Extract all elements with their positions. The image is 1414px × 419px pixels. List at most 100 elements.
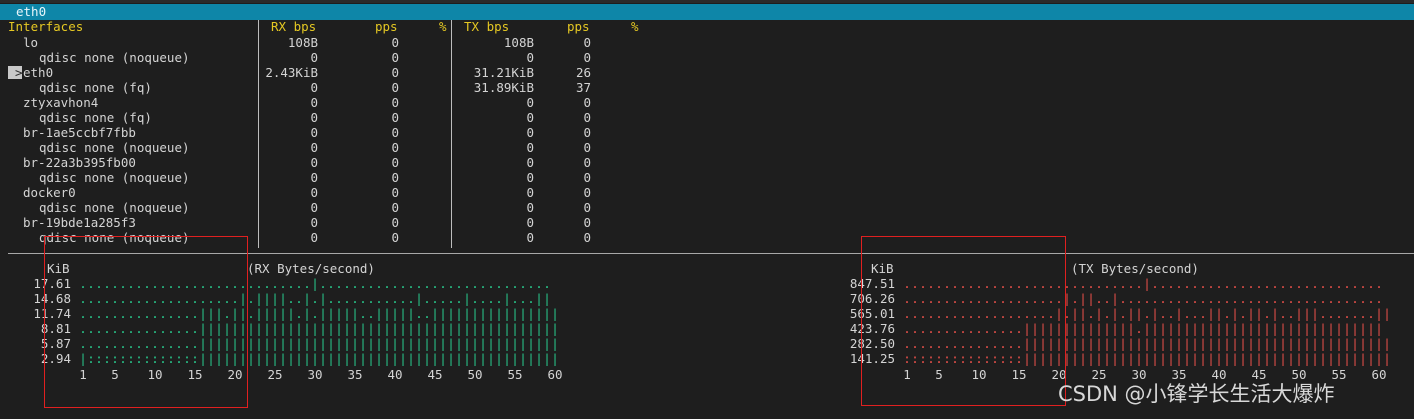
rx-graph-column: ... | | | [247, 276, 255, 366]
interface-row[interactable]: qdisc none (noqueue) 0 0 0 0 [0, 170, 700, 185]
rx-bps-value: 108B [287, 35, 318, 50]
tx-pps-value: 26 [575, 65, 591, 80]
rx-pps-value: 0 [391, 185, 399, 200]
interface-row[interactable]: ztyxavhon4 0 0 0 0 [0, 95, 700, 110]
rx-graph-column: .. | | | | [439, 276, 447, 366]
tx-graph-column: .. | | | | [1095, 276, 1103, 366]
interface-name: br-19bde1a285f3 [23, 215, 136, 230]
qdisc-name: qdisc none (noqueue) [39, 140, 190, 155]
rx-graph-column: | | | | [551, 306, 559, 366]
header-rx-percent: % [439, 19, 447, 34]
tx-graph-column: ... | | | [1335, 276, 1343, 366]
interface-row[interactable]: qdisc none (fq) 0 0 0 0 [0, 110, 700, 125]
rx-pps-value: 0 [391, 140, 399, 155]
interface-name: ztyxavhon4 [23, 95, 99, 110]
tx-graph-column: ... | | | [1287, 276, 1295, 366]
rx-pps-value: 0 [391, 110, 399, 125]
rx-bps-value: 0 [310, 185, 318, 200]
rx-bps-value: 0 [310, 170, 318, 185]
tx-x-tick-label: 60 [1371, 367, 1387, 382]
tx-pps-value: 0 [583, 35, 591, 50]
interface-row[interactable]: br-22a3b395fb00 0 0 0 0 [0, 155, 700, 170]
tx-graph-column: ... | | | [1327, 276, 1335, 366]
rx-pps-value: 0 [391, 155, 399, 170]
interface-name: eth0 [23, 65, 54, 80]
tx-graph-column: .. | | | | [1247, 276, 1255, 366]
tx-graph-column: .. | | | | [1231, 276, 1239, 366]
rx-graph-column: .. | | | | [479, 276, 487, 366]
interface-name: br-22a3b395fb00 [23, 155, 136, 170]
qdisc-name: qdisc none (noqueue) [39, 200, 190, 215]
rx-graph-column: .. | | | | [455, 276, 463, 366]
interface-name: docker0 [23, 185, 76, 200]
rx-graph-column: .. | | | | [431, 276, 439, 366]
tx-graph-column: .. | | | | [1127, 276, 1135, 366]
rx-bps-value: 0 [310, 140, 318, 155]
rx-graph-column: . | | | | | [503, 276, 511, 366]
rx-graph-column: . | | | | | [463, 276, 471, 366]
rx-pps-value: 0 [391, 50, 399, 65]
interface-row[interactable]: lo 108B 0 108B 0 [0, 35, 700, 50]
rx-graph-column: . | | | | | [303, 276, 311, 366]
tx-graph-column: ... | | | [1159, 276, 1167, 366]
interface-row[interactable]: br-19bde1a285f3 0 0 0 0 [0, 215, 700, 230]
tx-graph-column: . | | | | | [1079, 276, 1087, 366]
rx-graph-column: ... | | | [423, 276, 431, 366]
tx-pps-value: 0 [583, 215, 591, 230]
rx-graph-column: .. | | | | [399, 276, 407, 366]
rx-x-tick-label: 30 [307, 367, 323, 382]
header-rx-bps: RX bps [271, 19, 317, 34]
rx-pps-value: 0 [391, 95, 399, 110]
rx-graph-column: .. | | | | [519, 276, 527, 366]
rx-graph-column: .. | | | | [511, 276, 519, 366]
rx-x-tick-label: 35 [347, 367, 363, 382]
rx-graph-column: ... | | | [359, 276, 367, 366]
tx-pps-value: 0 [583, 230, 591, 245]
watermark: CSDN @小锋学长生活大爆炸 [1058, 382, 1335, 406]
rx-x-tick-label: 45 [427, 367, 443, 382]
rx-graph-column: .. | | | | [471, 276, 479, 366]
interface-row[interactable]: qdisc none (noqueue) 0 0 0 0 [0, 140, 700, 155]
rx-graph-column: .. | | | | [351, 276, 359, 366]
selected-interface-title: eth0 [16, 4, 47, 19]
rx-graph-column: ... | | | [295, 276, 303, 366]
rx-graph-column: . | | | | | [255, 276, 263, 366]
qdisc-name: qdisc none (noqueue) [39, 170, 190, 185]
rx-graph-column: |.. | | | [311, 276, 319, 366]
rx-x-tick-label: 25 [267, 367, 283, 382]
tx-pps-value: 0 [583, 170, 591, 185]
interface-name: lo [23, 35, 39, 50]
rx-graph-highlight-box [44, 236, 248, 408]
rx-graph-column: . | | | | | [279, 276, 287, 366]
interface-row[interactable]: > eth0 2.43KiB 0 31.21KiB 26 [0, 65, 700, 80]
tx-graph-column: .. | | | | [1175, 276, 1183, 366]
tx-pps-value: 0 [583, 155, 591, 170]
interface-row[interactable]: qdisc none (noqueue) 0 0 0 0 [0, 50, 700, 65]
rx-bps-value: 0 [310, 155, 318, 170]
tx-graph-column: ... | | | [1119, 276, 1127, 366]
tx-graph-column: ... | | | [1103, 276, 1111, 366]
tx-graph-column: ... | | | [1279, 276, 1287, 366]
tx-graph-column: .. | | | | [1271, 276, 1279, 366]
tx-graph-column: .. | | | | [1207, 276, 1215, 366]
tx-graph-highlight-box [861, 236, 1066, 406]
title-bar: eth0 [0, 4, 1414, 20]
rx-graph-column: .. | | | | [327, 276, 335, 366]
qdisc-name: qdisc none (fq) [39, 110, 152, 125]
tx-graph-column: .. | | | | [1215, 276, 1223, 366]
interface-row[interactable]: qdisc none (noqueue) 0 0 0 0 [0, 200, 700, 215]
tx-graph-column: .. | | | | [1375, 276, 1383, 366]
header-interfaces: Interfaces [8, 19, 84, 34]
tx-graph-column: .. | | | | [1255, 276, 1263, 366]
rx-bps-value: 0 [310, 50, 318, 65]
window-top-strip [0, 0, 1414, 3]
interface-row[interactable]: qdisc none (fq) 0 0 31.89KiB 37 [0, 80, 700, 95]
rx-bps-value: 0 [310, 230, 318, 245]
tx-graph-column: ... | | | [1351, 276, 1359, 366]
rx-graph-column: . | | | | | [319, 276, 327, 366]
rx-graph-column: .. | | | | [487, 276, 495, 366]
tx-graph-column: .. | | | | [1303, 276, 1311, 366]
interface-row[interactable]: br-1ae5ccbf7fbb 0 0 0 0 [0, 125, 700, 140]
rx-x-tick-label: 50 [467, 367, 483, 382]
interface-row[interactable]: docker0 0 0 0 0 [0, 185, 700, 200]
